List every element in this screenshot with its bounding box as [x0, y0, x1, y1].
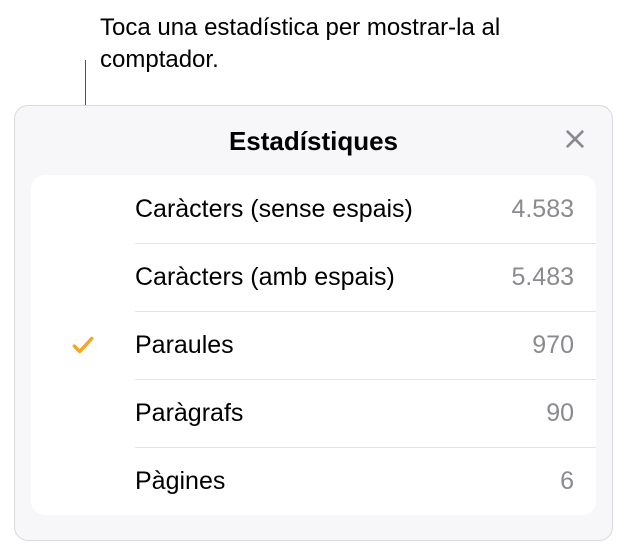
stat-label: Caràcters (amb espais): [135, 263, 495, 292]
stat-label: Pàgines: [135, 467, 544, 496]
stat-row-pages[interactable]: Pàgines 6: [31, 447, 596, 515]
stat-row-words[interactable]: Paraules 970: [31, 311, 596, 379]
stats-list: Caràcters (sense espais) 4.583 Caràcters…: [31, 175, 596, 515]
stat-label: Caràcters (sense espais): [135, 195, 495, 224]
stat-row-paragraphs[interactable]: Paràgrafs 90: [31, 379, 596, 447]
close-button[interactable]: [560, 124, 590, 154]
check-icon: [70, 332, 96, 358]
stat-label: Paraules: [135, 331, 516, 360]
callout-text: Toca una estadística per mostrar-la al c…: [100, 12, 520, 77]
check-slot: [31, 332, 135, 358]
stat-value: 5.483: [495, 263, 574, 292]
stat-value: 4.583: [495, 195, 574, 224]
stat-value: 90: [530, 399, 574, 428]
stat-value: 6: [544, 467, 574, 496]
stat-value: 970: [516, 331, 574, 360]
panel-title: Estadístiques: [15, 126, 612, 157]
statistics-panel: Estadístiques Caràcters (sense espais) 4…: [14, 105, 613, 541]
close-icon: [564, 128, 586, 150]
stat-label: Paràgrafs: [135, 399, 530, 428]
stat-row-characters-no-spaces[interactable]: Caràcters (sense espais) 4.583: [31, 175, 596, 243]
stat-row-characters-with-spaces[interactable]: Caràcters (amb espais) 5.483: [31, 243, 596, 311]
panel-header: Estadístiques: [15, 116, 612, 175]
